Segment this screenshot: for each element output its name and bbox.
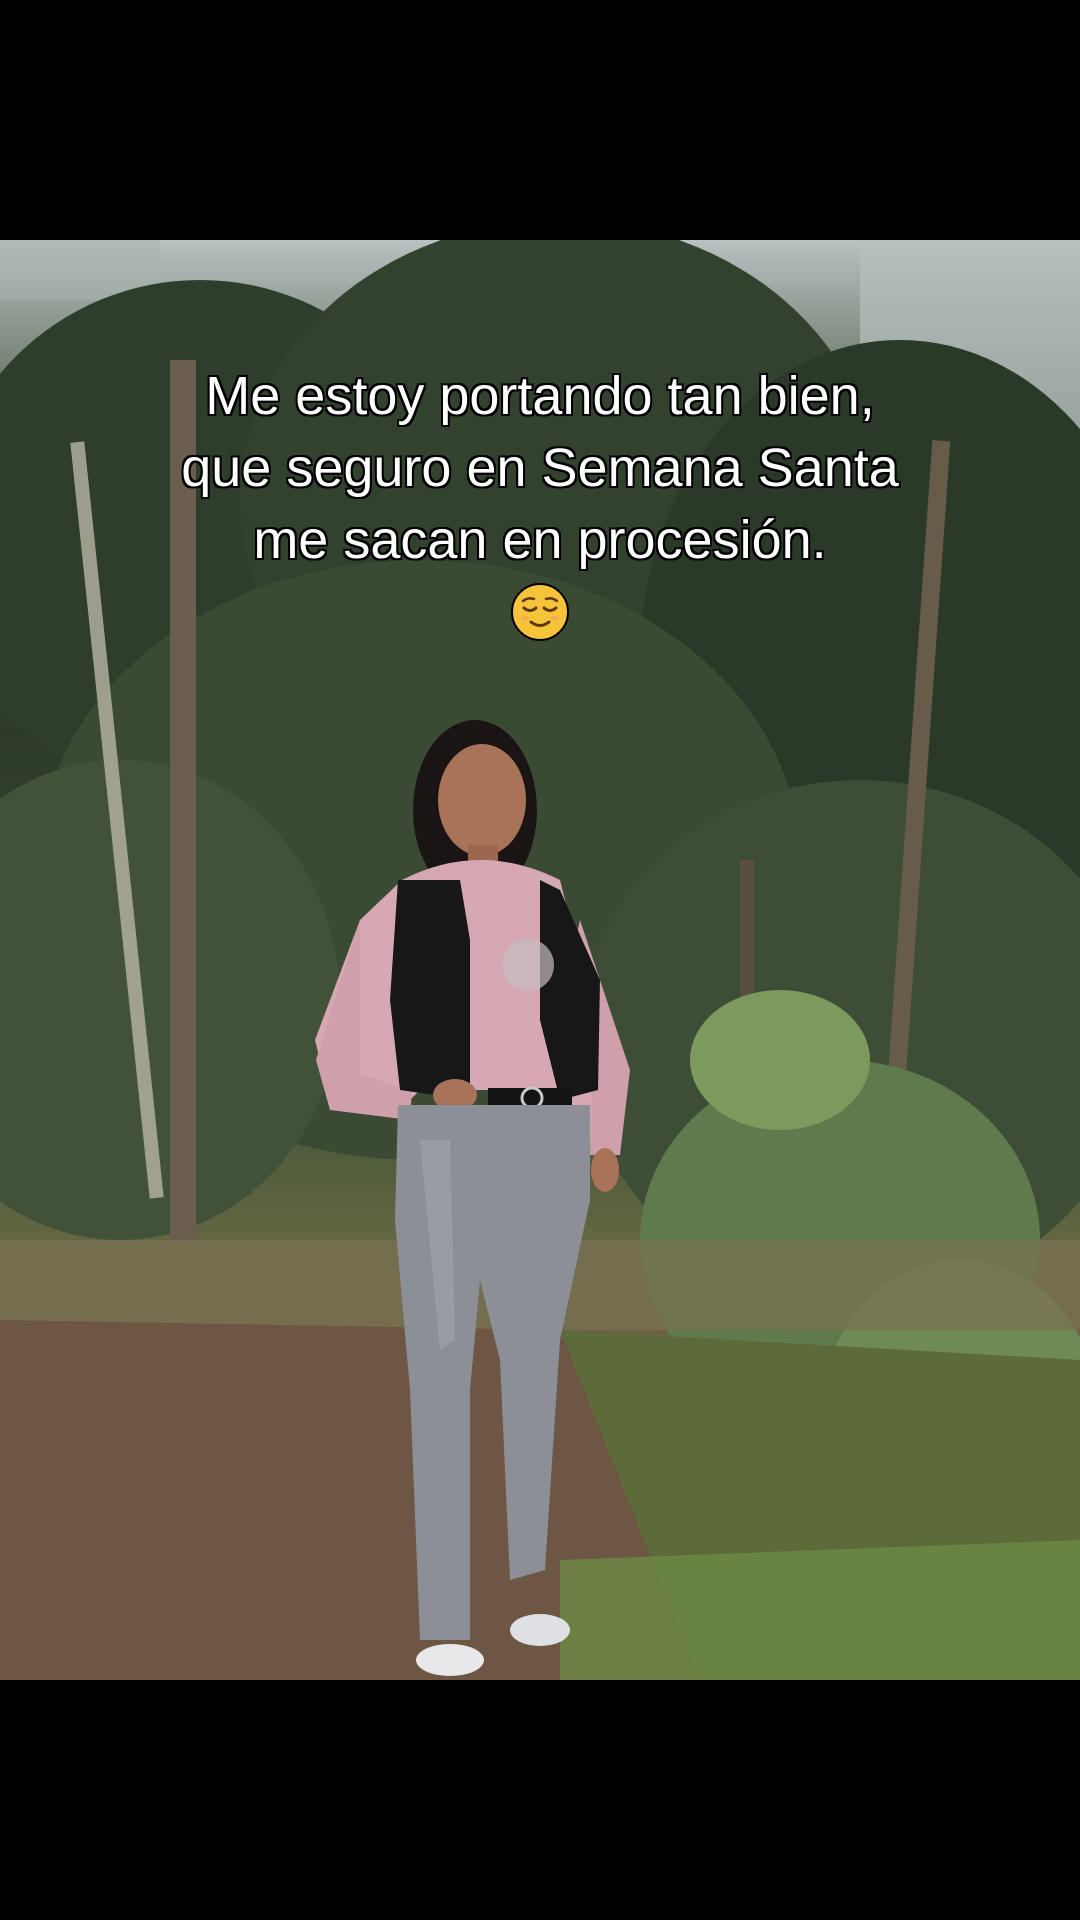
caption-line-1: Me estoy portando tan bien, — [204, 365, 876, 428]
video-frame: Me estoy portando tan bien, que seguro e… — [0, 0, 1080, 1920]
video-caption: Me estoy portando tan bien, que seguro e… — [60, 360, 1020, 576]
caption-line-3: me sacan en procesión. — [252, 509, 828, 572]
relieved-face-emoji-icon — [511, 583, 569, 641]
caption-line-2: que seguro en Semana Santa — [180, 437, 901, 500]
letterbox-top — [0, 0, 1080, 240]
letterbox-bottom — [0, 1680, 1080, 1920]
